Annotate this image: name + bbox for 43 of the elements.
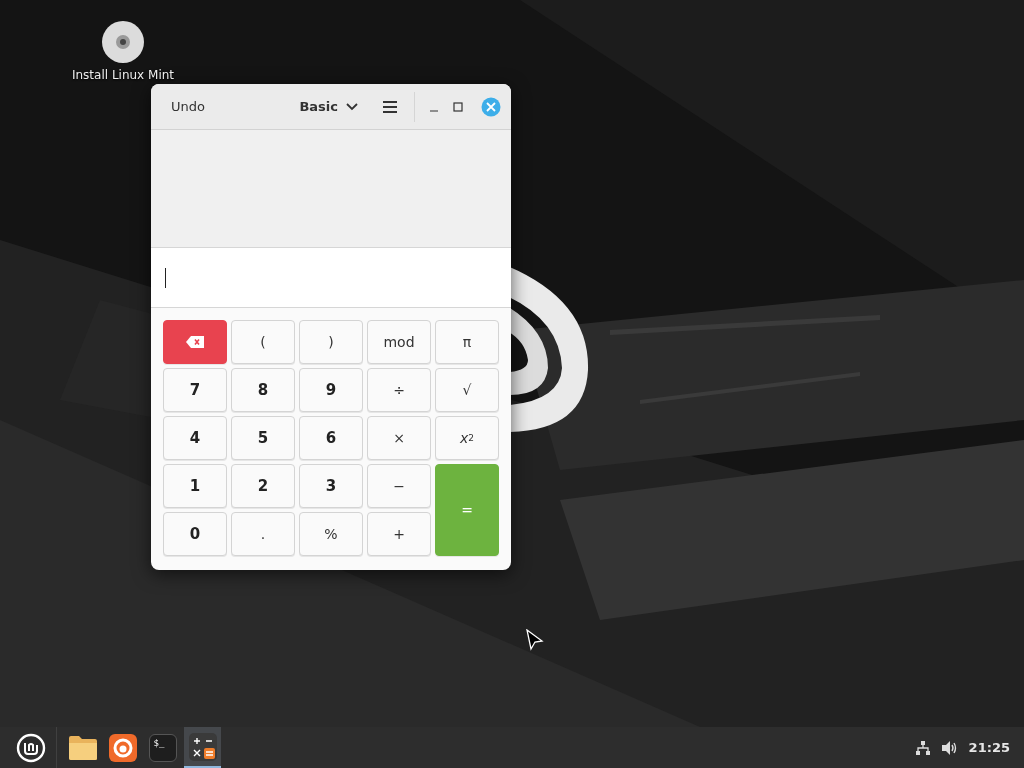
operator-button[interactable]: + (367, 512, 431, 556)
operator-button[interactable]: mod (367, 320, 431, 364)
digit-button[interactable]: 4 (163, 416, 227, 460)
menu-icon[interactable] (382, 99, 398, 114)
taskbar-button[interactable]: $_ (144, 727, 181, 768)
backspace-icon (185, 335, 205, 349)
network-icon[interactable] (914, 739, 931, 756)
operator-button[interactable]: − (367, 464, 431, 508)
browser-icon (108, 733, 137, 762)
mode-dropdown[interactable]: Basic (287, 93, 370, 120)
operator-button[interactable]: x$^{2}$ (435, 416, 499, 460)
digit-button[interactable]: 6 (299, 416, 363, 460)
backspace-button[interactable] (163, 320, 227, 364)
terminal-icon: $_ (148, 733, 177, 762)
cursor-icon (525, 629, 545, 651)
desktop-icon-label[interactable]: Install Linux Mint (71, 68, 175, 82)
taskbar-button[interactable] (184, 727, 221, 768)
digit-button[interactable]: 9 (299, 368, 363, 412)
operator-button[interactable]: √ (435, 368, 499, 412)
mint-logo-icon[interactable] (16, 732, 46, 763)
volume-icon[interactable] (940, 739, 959, 756)
operator-button[interactable]: π (435, 320, 499, 364)
folder-icon (67, 734, 98, 761)
clock[interactable]: 21:25 (968, 740, 1010, 755)
operator-button[interactable]: ÷ (367, 368, 431, 412)
operator-button[interactable]: . (231, 512, 295, 556)
digit-button[interactable]: 8 (231, 368, 295, 412)
entry-field[interactable] (151, 248, 511, 308)
operator-button[interactable]: % (299, 512, 363, 556)
digit-button[interactable]: 0 (163, 512, 227, 556)
operator-button[interactable]: ) (299, 320, 363, 364)
digit-button[interactable]: 5 (231, 416, 295, 460)
caret-icon (346, 102, 358, 111)
maximize-icon[interactable] (452, 100, 464, 113)
digit-button[interactable]: 3 (299, 464, 363, 508)
undo-button[interactable]: Undo (159, 93, 217, 120)
calculator-icon (188, 732, 217, 761)
disc-icon[interactable] (101, 20, 145, 64)
operator-button[interactable]: × (367, 416, 431, 460)
operator-button[interactable]: ( (231, 320, 295, 364)
digit-button[interactable]: 2 (231, 464, 295, 508)
digit-button[interactable]: 7 (163, 368, 227, 412)
digit-button[interactable]: 1 (163, 464, 227, 508)
